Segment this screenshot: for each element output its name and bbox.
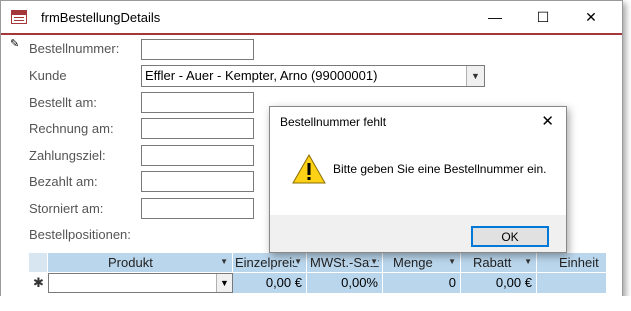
dialog-title: Bestellnummer fehlt: [280, 115, 387, 129]
warning-icon: [292, 154, 326, 184]
column-header-menge[interactable]: Menge ▼: [383, 253, 461, 272]
form-icon: [11, 10, 27, 24]
window-title: frmBestellungDetails: [41, 10, 161, 25]
chevron-down-icon[interactable]: ▼: [220, 257, 228, 266]
pencil-icon: ✎: [10, 38, 20, 50]
kunde-label: Kunde: [29, 68, 67, 83]
einzelpreis-cell[interactable]: 0,00 €: [233, 273, 307, 293]
column-header-label: Produkt: [108, 255, 153, 270]
rechnung-am-label: Rechnung am:: [29, 121, 114, 136]
column-header-einzelpreis[interactable]: Einzelpreis ▼: [233, 253, 307, 272]
grid-corner[interactable]: [29, 253, 48, 272]
mwst-cell[interactable]: 0,00%: [307, 273, 383, 293]
bestellpositionen-subform[interactable]: Produkt ▼ Einzelpreis ▼ MWSt.-Satz ▼ Men…: [29, 253, 607, 297]
dialog-title-bar[interactable]: Bestellnummer fehlt ✕: [270, 107, 566, 135]
column-header-einheit[interactable]: Einheit: [537, 253, 607, 272]
rechnung-am-field[interactable]: [141, 118, 254, 139]
bestellnummer-label: Bestellnummer:: [29, 41, 120, 56]
kunde-combobox[interactable]: Effler - Auer - Kempter, Arno (99000001)…: [141, 65, 485, 87]
grid-header: Produkt ▼ Einzelpreis ▼ MWSt.-Satz ▼ Men…: [29, 253, 607, 273]
chevron-down-icon[interactable]: ▼: [216, 274, 232, 292]
zahlungsziel-label: Zahlungsziel:: [29, 148, 106, 163]
menge-cell[interactable]: 0: [383, 273, 461, 293]
column-header-label: Menge: [393, 255, 433, 270]
title-bar[interactable]: frmBestellungDetails — ☐ ✕: [1, 1, 622, 33]
bestellt-am-label: Bestellt am:: [29, 95, 97, 110]
chevron-down-icon[interactable]: ▼: [294, 257, 302, 266]
column-header-label: Einheit: [559, 255, 599, 270]
chevron-down-icon[interactable]: ▼: [370, 257, 378, 266]
bestellpositionen-label: Bestellpositionen:: [29, 227, 131, 242]
close-button[interactable]: ✕: [568, 1, 614, 33]
close-icon[interactable]: ✕: [541, 112, 554, 130]
rabatt-cell[interactable]: 0,00 €: [461, 273, 537, 293]
bestellt-am-field[interactable]: [141, 92, 254, 113]
kunde-value: Effler - Auer - Kempter, Arno (99000001): [145, 68, 378, 83]
column-header-label: MWSt.-Satz: [310, 255, 380, 270]
record-selector[interactable]: ✎: [1, 35, 23, 297]
chevron-down-icon[interactable]: ▼: [524, 257, 532, 266]
storniert-am-field[interactable]: [141, 198, 254, 219]
torn-edge: [0, 296, 631, 311]
new-record-icon: ✱: [33, 275, 44, 290]
dialog-body: Bitte geben Sie eine Bestellnummer ein.: [270, 135, 566, 215]
column-header-label: Rabatt: [473, 255, 512, 270]
bezahlt-am-field[interactable]: [141, 171, 254, 192]
message-dialog: Bestellnummer fehlt ✕ Bitte geben Sie ei…: [269, 106, 567, 253]
column-header-produkt[interactable]: Produkt ▼: [48, 253, 233, 272]
maximize-button[interactable]: ☐: [520, 1, 566, 33]
table-row[interactable]: ✱ ▼ 0,00 € 0,00% 0 0,00 €: [29, 273, 607, 293]
bestellnummer-field[interactable]: [141, 39, 254, 60]
einheit-cell[interactable]: [537, 273, 607, 293]
chevron-down-icon[interactable]: ▼: [466, 66, 484, 86]
bezahlt-am-label: Bezahlt am:: [29, 174, 98, 189]
chevron-down-icon[interactable]: ▼: [448, 257, 456, 266]
dialog-message: Bitte geben Sie eine Bestellnummer ein.: [333, 162, 547, 176]
column-header-label: Einzelpreis: [235, 255, 299, 270]
minimize-button[interactable]: —: [472, 1, 518, 33]
produkt-combobox[interactable]: ▼: [48, 273, 233, 293]
storniert-am-label: Storniert am:: [29, 201, 104, 216]
column-header-rabatt[interactable]: Rabatt ▼: [461, 253, 537, 272]
zahlungsziel-field[interactable]: [141, 145, 254, 166]
ok-button[interactable]: OK: [471, 226, 549, 247]
column-header-mwst[interactable]: MWSt.-Satz ▼: [307, 253, 383, 272]
